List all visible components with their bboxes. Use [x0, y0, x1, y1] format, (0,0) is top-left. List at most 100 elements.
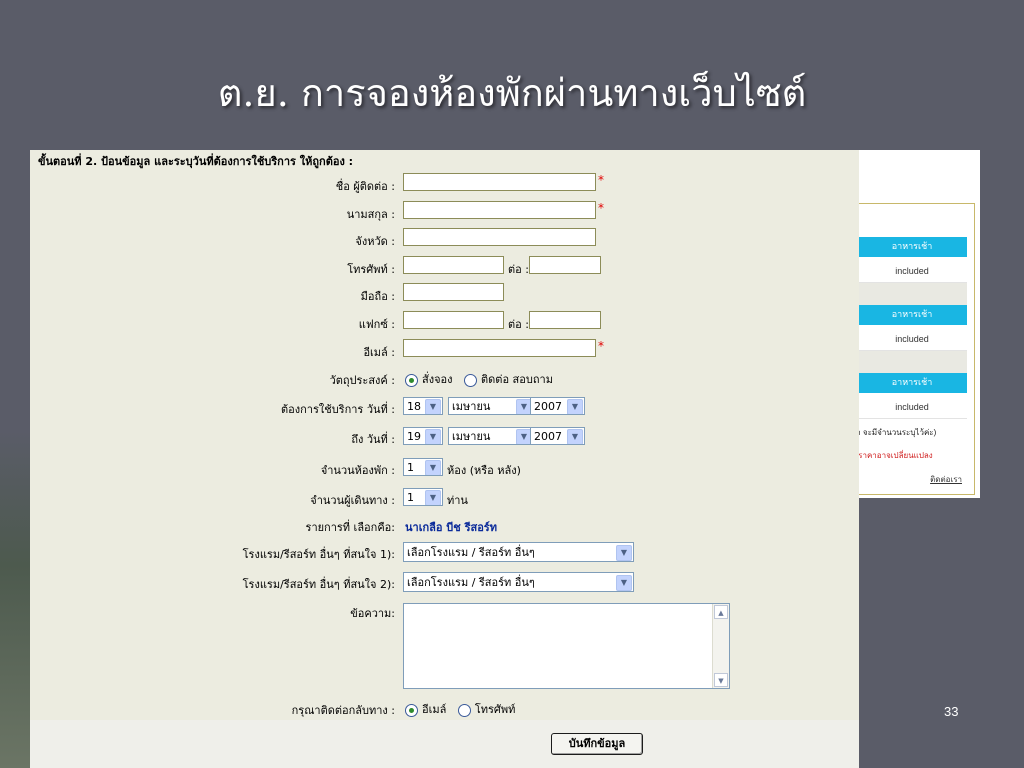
other-hotel-2-label: โรงแรม/รีสอร์ท อื่นๆ ที่สนใจ 2):: [242, 578, 395, 591]
chevron-down-icon[interactable]: ▼: [616, 545, 632, 561]
fax-ext-input[interactable]: [529, 311, 601, 329]
other-hotel-2-select[interactable]: เลือกโรงแรม / รีสอร์ท อื่นๆ ▼: [403, 572, 634, 592]
fax-ext-label: ต่อ :: [508, 318, 529, 331]
rooms-suffix: ห้อง (หรือ หลัง): [447, 464, 521, 477]
contact-back-label: กรุณาติดต่อกลับทาง :: [291, 704, 395, 717]
radio-checked-icon[interactable]: [405, 703, 418, 717]
email-row: อีเมล์ : *: [30, 339, 859, 363]
province-input[interactable]: [403, 228, 596, 246]
chevron-up-icon[interactable]: ▲: [714, 605, 728, 619]
other-hotel-2-row: โรงแรม/รีสอร์ท อื่นๆ ที่สนใจ 2): เลือกโร…: [30, 571, 859, 595]
surname-input[interactable]: [403, 201, 596, 219]
slide-title: ต.ย. การจองห้องพักผ่านทางเว็บไซต์: [217, 71, 807, 115]
table-header-breakfast: อาหารเช้า: [857, 305, 967, 325]
province-row: จังหวัด :: [30, 228, 859, 252]
purpose-row: วัตถุประสงค์ : สั่งจอง ติดต่อ สอบถาม: [30, 367, 859, 391]
table-header-breakfast: อาหารเช้า: [857, 373, 967, 393]
checkin-row: ต้องการใช้บริการ วันที่ : 18 ▼ เมษายน ▼ 20…: [30, 396, 859, 420]
contact-back-option-phone[interactable]: โทรศัพท์: [457, 703, 515, 717]
message-scrollbar[interactable]: ▲ ▼: [712, 604, 729, 688]
required-mark: *: [598, 201, 604, 215]
page-number: 33: [944, 704, 959, 719]
phone-ext-label: ต่อ :: [508, 263, 529, 276]
other-hotel-1-row: โรงแรม/รีสอร์ท อื่นๆ ที่สนใจ 1): เลือกโร…: [30, 541, 859, 565]
checkout-month-select[interactable]: เมษายน ▼: [448, 427, 534, 445]
chevron-down-icon[interactable]: ▼: [425, 429, 441, 444]
other-hotel-1-label: โรงแรม/รีสอร์ท อื่นๆ ที่สนใจ 1):: [242, 548, 395, 561]
mobile-label: มือถือ :: [360, 290, 395, 303]
chevron-down-icon[interactable]: ▼: [567, 429, 583, 444]
contact-back-row: กรุณาติดต่อกลับทาง : อีเมล์ โทรศัพท์: [30, 697, 859, 721]
guests-select[interactable]: 1 ▼: [403, 488, 443, 506]
step-heading: ขั้นตอนที่ 2. ป้อนข้อมูล และระบุวันที่ต้…: [38, 155, 354, 168]
checkin-day-select[interactable]: 18 ▼: [403, 397, 443, 415]
radio-checked-icon[interactable]: [405, 373, 418, 387]
surname-label: นามสกุล :: [346, 208, 395, 221]
other-hotel-1-select[interactable]: เลือกโรงแรม / รีสอร์ท อื่นๆ ▼: [403, 542, 634, 562]
table-cell-breakfast: included: [857, 328, 967, 351]
contact-name-row: ชื่อ ผู้ติดต่อ : *: [30, 173, 859, 197]
chevron-down-icon[interactable]: ▼: [425, 460, 441, 475]
checkin-month-select[interactable]: เมษายน ▼: [448, 397, 534, 415]
checkout-label: ถึง วันที่ :: [351, 433, 395, 446]
radio-unchecked-icon[interactable]: [464, 373, 478, 387]
required-mark: *: [598, 173, 604, 187]
table-note: กกว่า จะมีจำนวนระบุไว้ค่ะ): [842, 428, 937, 437]
guests-suffix: ท่าน: [447, 494, 468, 507]
phone-ext-input[interactable]: [529, 256, 601, 274]
purpose-label: วัตถุประสงค์ :: [329, 374, 395, 387]
email-label: อีเมล์ :: [363, 346, 395, 359]
surname-row: นามสกุล : *: [30, 201, 859, 225]
chevron-down-icon[interactable]: ▼: [425, 490, 441, 505]
table-cell-breakfast: included: [857, 260, 967, 283]
mobile-row: มือถือ :: [30, 283, 859, 307]
fax-label: แฟกซ์ :: [358, 318, 395, 331]
table-warning-note: รอก ราคาอาจเปลี่ยนแปลง: [842, 451, 933, 460]
chevron-down-icon[interactable]: ▼: [425, 399, 441, 414]
contact-name-label: ชื่อ ผู้ติดต่อ :: [335, 180, 395, 193]
fax-row: แฟกซ์ : ต่อ :: [30, 311, 859, 335]
chevron-down-icon[interactable]: ▼: [616, 575, 632, 591]
contact-back-option-email[interactable]: อีเมล์: [405, 703, 446, 717]
table-separator: [857, 351, 967, 373]
guests-row: จำนวนผู้เดินทาง : 1 ▼ ท่าน: [30, 487, 859, 511]
purpose-option-book[interactable]: สั่งจอง: [405, 373, 453, 387]
selected-item-row: รายการที่ เลือกคือ: นาเกลือ บีช รีสอร์ท: [30, 514, 859, 538]
contact-name-input[interactable]: [403, 173, 596, 191]
message-label: ข้อความ:: [350, 607, 395, 620]
contact-us-link[interactable]: ติดต่อเรา: [840, 473, 976, 486]
mobile-input[interactable]: [403, 283, 504, 301]
guests-label: จำนวนผู้เดินทาง :: [310, 494, 395, 507]
rooms-label: จำนวนห้องพัก :: [320, 464, 395, 477]
selected-item-label: รายการที่ เลือกคือ:: [305, 521, 395, 534]
save-button[interactable]: บันทึกข้อมูล: [551, 733, 643, 755]
booking-form: ขั้นตอนที่ 2. ป้อนข้อมูล และระบุวันที่ต้…: [30, 150, 859, 768]
selected-hotel-name: นาเกลือ บีช รีสอร์ท: [405, 521, 497, 534]
checkout-year-select[interactable]: 2007 ▼: [530, 427, 585, 445]
table-separator: [857, 283, 967, 305]
checkout-day-select[interactable]: 19 ▼: [403, 427, 443, 445]
required-mark: *: [598, 339, 604, 353]
fax-input[interactable]: [403, 311, 504, 329]
form-footer: [30, 720, 859, 768]
province-label: จังหวัด :: [355, 235, 395, 248]
table-header-breakfast: อาหารเช้า: [857, 237, 967, 257]
rooms-select[interactable]: 1 ▼: [403, 458, 443, 476]
checkin-year-select[interactable]: 2007 ▼: [530, 397, 585, 415]
purpose-radio-group: สั่งจอง ติดต่อ สอบถาม: [405, 370, 561, 388]
chevron-down-icon[interactable]: ▼: [714, 673, 728, 687]
rooms-row: จำนวนห้องพัก : 1 ▼ ห้อง (หรือ หลัง): [30, 457, 859, 481]
slide-decoration: [0, 430, 30, 768]
chevron-down-icon[interactable]: ▼: [567, 399, 583, 414]
phone-input[interactable]: [403, 256, 504, 274]
email-input[interactable]: [403, 339, 596, 357]
contact-back-radio-group: อีเมล์ โทรศัพท์: [405, 700, 523, 718]
message-textarea[interactable]: ▲ ▼: [403, 603, 730, 689]
radio-unchecked-icon[interactable]: [457, 703, 471, 717]
checkin-label: ต้องการใช้บริการ วันที่ :: [281, 403, 395, 416]
checkout-row: ถึง วันที่ : 19 ▼ เมษายน ▼ 2007 ▼: [30, 426, 859, 450]
phone-row: โทรศัพท์ : ต่อ :: [30, 256, 859, 280]
purpose-option-inquire[interactable]: ติดต่อ สอบถาม: [464, 373, 553, 387]
table-cell-breakfast: included: [857, 396, 967, 419]
phone-label: โทรศัพท์ :: [347, 263, 395, 276]
